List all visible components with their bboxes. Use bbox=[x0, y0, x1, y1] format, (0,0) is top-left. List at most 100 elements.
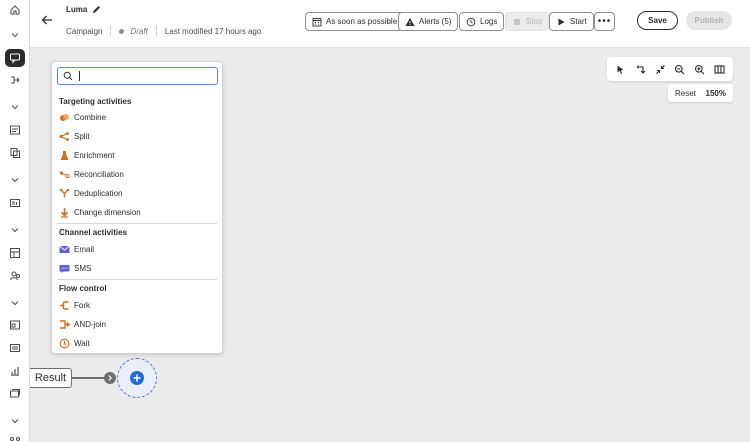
catalog-icon[interactable] bbox=[8, 318, 22, 332]
dashboard-icon[interactable] bbox=[8, 246, 22, 260]
stop-button[interactable]: Stop bbox=[505, 12, 550, 31]
and-join-icon bbox=[59, 319, 70, 330]
stop-label: Stop bbox=[526, 17, 543, 26]
combine-icon bbox=[59, 112, 70, 123]
chevron-right-icon[interactable] bbox=[104, 372, 116, 384]
calendar-icon bbox=[312, 17, 322, 26]
logs-label: Logs bbox=[480, 17, 498, 26]
activity-label: Fork bbox=[74, 300, 90, 310]
chart-icon[interactable] bbox=[8, 364, 22, 378]
audience-icon[interactable] bbox=[8, 269, 22, 283]
email-icon bbox=[59, 244, 70, 255]
more-icon: ••• bbox=[597, 15, 612, 27]
activity-wait[interactable]: Wait bbox=[59, 336, 217, 350]
pointer-icon[interactable] bbox=[614, 62, 628, 76]
activity-label: Deduplication bbox=[74, 188, 123, 198]
activity-label: Email bbox=[74, 244, 95, 254]
chevron-down-icon[interactable] bbox=[8, 296, 22, 310]
status-badge: Draft bbox=[130, 26, 148, 36]
search-icon bbox=[63, 71, 73, 81]
breadcrumb: Campaign Draft Last modified 17 hours ag… bbox=[66, 26, 261, 36]
collapse-icon[interactable] bbox=[653, 62, 667, 76]
activity-enrichment[interactable]: Enrichment bbox=[59, 148, 217, 162]
result-node[interactable]: Result bbox=[30, 368, 72, 388]
table-icon[interactable] bbox=[8, 341, 22, 355]
schedule-button[interactable]: As soon as possible bbox=[305, 12, 405, 31]
reconciliation-icon bbox=[59, 169, 70, 180]
chevron-down-icon[interactable] bbox=[8, 173, 22, 187]
zoom-control: Reset 150% bbox=[668, 84, 733, 102]
start-button[interactable]: Start bbox=[549, 12, 594, 31]
save-button[interactable]: Save bbox=[637, 11, 678, 30]
status-dot-icon bbox=[119, 28, 125, 34]
page-header: Luma Campaign Draft Last modified 17 hou… bbox=[30, 0, 750, 48]
text-cursor bbox=[79, 71, 80, 81]
zoom-in-icon[interactable] bbox=[692, 62, 706, 76]
canvas-toolbar bbox=[607, 57, 733, 81]
activity-label: AND-join bbox=[74, 319, 107, 329]
breadcrumb-campaign[interactable]: Campaign bbox=[66, 27, 102, 36]
minimap-icon[interactable] bbox=[712, 62, 726, 76]
activity-fork[interactable]: Fork bbox=[59, 298, 217, 312]
publish-button[interactable]: Publish bbox=[686, 11, 732, 30]
targeting-activities-heading: Targeting activities bbox=[59, 97, 132, 106]
back-arrow-icon[interactable] bbox=[40, 13, 54, 27]
page-title: Luma bbox=[66, 5, 88, 14]
activity-email[interactable]: Email bbox=[59, 242, 217, 256]
form-icon[interactable] bbox=[8, 123, 22, 137]
add-activity-placeholder[interactable] bbox=[117, 358, 157, 398]
wait-icon bbox=[59, 338, 70, 349]
content-icon[interactable] bbox=[8, 146, 22, 160]
activity-and-join[interactable]: AND-join bbox=[59, 317, 217, 331]
chevron-down-icon[interactable] bbox=[8, 223, 22, 237]
add-activity-button[interactable] bbox=[130, 371, 144, 385]
activity-sms[interactable]: SMS bbox=[59, 261, 217, 275]
stop-icon bbox=[514, 18, 520, 25]
split-icon bbox=[59, 131, 70, 142]
more-icon[interactable] bbox=[8, 434, 22, 442]
transition-line bbox=[72, 377, 106, 379]
last-modified-text: Last modified 17 hours ago bbox=[164, 26, 262, 36]
rearrange-icon[interactable] bbox=[633, 62, 647, 76]
section-divider bbox=[57, 279, 217, 280]
activity-label: SMS bbox=[74, 263, 92, 273]
template-icon[interactable] bbox=[8, 196, 22, 210]
reset-zoom-button[interactable]: Reset bbox=[675, 89, 696, 98]
activity-label: Change dimension bbox=[74, 207, 141, 217]
campaign-icon[interactable] bbox=[5, 49, 25, 67]
plus-icon bbox=[133, 374, 141, 382]
start-label: Start bbox=[570, 17, 587, 26]
zoom-out-icon[interactable] bbox=[673, 62, 687, 76]
chevron-down-icon[interactable] bbox=[8, 100, 22, 114]
activity-combine[interactable]: Combine bbox=[59, 110, 217, 124]
schedule-label: As soon as possible bbox=[326, 17, 398, 26]
alerts-button[interactable]: Alerts (5) bbox=[398, 12, 459, 31]
activity-label: Wait bbox=[74, 338, 90, 348]
play-icon bbox=[558, 18, 565, 25]
journey-icon[interactable] bbox=[8, 73, 22, 87]
chevron-down-icon[interactable] bbox=[8, 414, 22, 428]
activity-deduplication[interactable]: Deduplication bbox=[59, 186, 217, 200]
channel-icon[interactable] bbox=[8, 387, 22, 401]
history-icon bbox=[466, 17, 476, 26]
search-input[interactable] bbox=[57, 67, 218, 85]
section-divider bbox=[57, 223, 217, 224]
alert-icon bbox=[405, 17, 415, 26]
activity-reconciliation[interactable]: Reconciliation bbox=[59, 167, 217, 181]
activity-label: Enrichment bbox=[74, 150, 115, 160]
alerts-label: Alerts (5) bbox=[419, 17, 452, 26]
flow-control-heading: Flow control bbox=[59, 284, 107, 293]
pencil-icon[interactable] bbox=[91, 4, 102, 15]
activity-label: Combine bbox=[74, 112, 107, 122]
fork-icon bbox=[59, 300, 70, 311]
activity-split[interactable]: Split bbox=[59, 129, 217, 143]
home-icon[interactable] bbox=[8, 3, 22, 17]
chevron-down-icon[interactable] bbox=[8, 28, 22, 42]
enrichment-icon bbox=[59, 150, 70, 161]
logs-button[interactable]: Logs bbox=[459, 12, 505, 31]
activity-change-dimension[interactable]: Change dimension bbox=[59, 205, 217, 219]
zoom-level: 150% bbox=[705, 88, 726, 98]
deduplication-icon bbox=[59, 188, 70, 199]
more-actions-button[interactable]: ••• bbox=[594, 12, 615, 31]
sms-icon bbox=[59, 263, 70, 274]
